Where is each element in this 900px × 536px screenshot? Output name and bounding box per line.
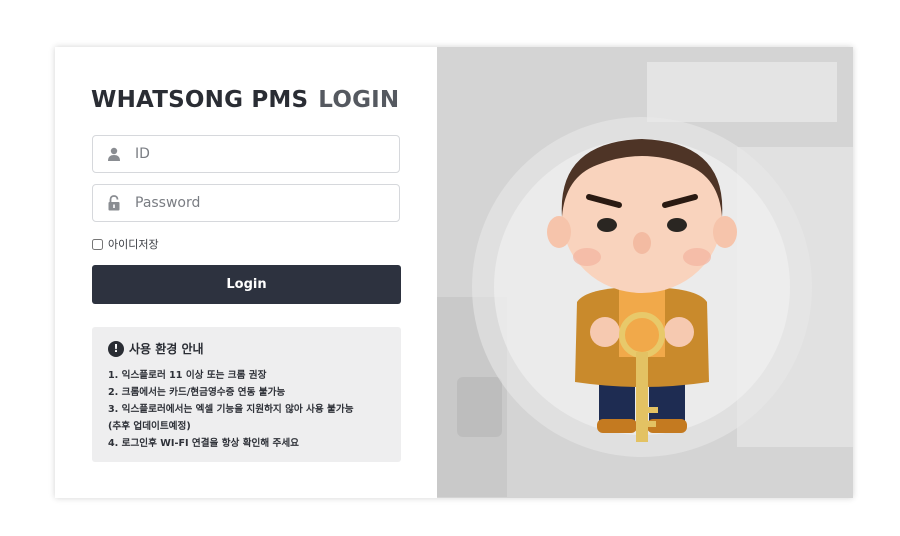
remember-id[interactable]: 아이디저장 bbox=[92, 236, 159, 252]
notice-list: 1. 익스플로러 11 이상 또는 크롬 권장 2. 크롬에서는 카드/현금영수… bbox=[108, 367, 387, 452]
login-card: WHATSONG PMSLOGIN 아이디 bbox=[55, 47, 853, 498]
notice-item: 3. 익스플로러에서는 엑셀 기능을 지원하지 않아 사용 불가능 bbox=[108, 404, 354, 415]
id-input[interactable] bbox=[131, 146, 385, 162]
password-field[interactable] bbox=[92, 184, 400, 222]
login-panel: WHATSONG PMSLOGIN 아이디 bbox=[55, 47, 437, 498]
mascot-image bbox=[437, 47, 853, 498]
login-button[interactable]: Login bbox=[92, 265, 401, 304]
notice-item: 4. 로그인후 WI-FI 연결을 항상 확인해 주세요 bbox=[108, 438, 300, 449]
remember-id-checkbox[interactable] bbox=[92, 238, 103, 250]
brand-title: WHATSONG PMS bbox=[91, 87, 309, 113]
exclamation-icon: ! bbox=[108, 340, 124, 357]
lock-icon bbox=[97, 195, 131, 211]
remember-id-label: 아이디저장 bbox=[108, 238, 159, 251]
notice-item: 2. 크롬에서는 카드/현금영수증 연동 불가능 bbox=[108, 387, 286, 398]
id-field[interactable] bbox=[92, 135, 400, 173]
notice-title: 사용 환경 안내 bbox=[129, 342, 204, 356]
mascot-panel bbox=[437, 47, 853, 498]
notice-item: 1. 익스플로러 11 이상 또는 크롬 권장 bbox=[108, 370, 267, 381]
password-input[interactable] bbox=[131, 195, 385, 211]
notice-item: (추후 업데이트예정) bbox=[108, 421, 191, 432]
page-title: WHATSONG PMS LOGIN bbox=[91, 87, 399, 113]
login-title: LOGIN bbox=[318, 87, 400, 113]
user-icon bbox=[97, 147, 131, 161]
notice-header: ! 사용 환경 안내 bbox=[108, 340, 387, 357]
notice-box: ! 사용 환경 안내 1. 익스플로러 11 이상 또는 크롬 권장 2. 크롬… bbox=[92, 327, 401, 462]
